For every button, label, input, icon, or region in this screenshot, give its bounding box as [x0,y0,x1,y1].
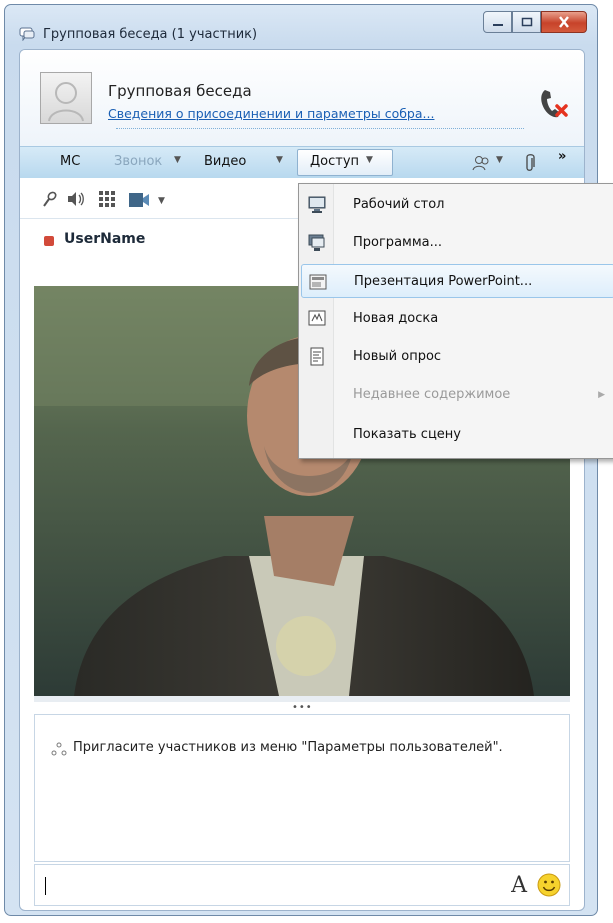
poll-icon [310,347,324,366]
font-button[interactable]: A [511,873,527,898]
video-dropdown-arrow[interactable]: ▼ [276,155,283,165]
whiteboard-icon [308,310,326,326]
emoticon-icon[interactable] [537,873,561,897]
menu-item-whiteboard[interactable]: Новая доска [301,302,613,336]
menu-item-label: Презентация PowerPoint... [354,274,533,289]
people-options-arrow[interactable]: ▼ [496,155,503,165]
dialpad-icon[interactable] [98,190,116,208]
person-placeholder-icon [48,82,84,122]
menu-item-powerpoint[interactable]: Презентация PowerPoint... [301,264,613,298]
caption-buttons [483,11,587,37]
invite-participants-icon [51,742,67,756]
more-options-button[interactable]: » [558,149,566,164]
menu-item-recent-content: Недавнее содержимое ▶ [301,378,613,412]
menu-item-label: Рабочий стол [353,197,445,212]
microphone-icon[interactable] [40,190,58,208]
menu-item-label: Недавнее содержимое [353,387,511,402]
window-title: Групповая беседа (1 участник) [43,27,258,42]
message-input[interactable]: A [34,864,570,906]
avatar [40,72,92,124]
join-info-link[interactable]: Сведения о присоединении и параметры соб… [108,106,434,121]
minimize-icon [492,24,503,26]
maximize-button[interactable] [512,11,541,33]
menu-item-label: Показать сцену [353,427,461,442]
submenu-arrow-icon: ▶ [598,390,605,400]
call-dropdown-arrow[interactable]: ▼ [174,155,181,165]
title-bar[interactable]: Групповая беседа (1 участник) [5,5,597,49]
conversation-toolbar: МС Звонок ▼ Видео ▼ Доступ ▼ ▼ » [20,146,584,180]
desktop-icon [308,196,326,213]
status-indicator [44,236,54,246]
im-button[interactable]: МС [60,154,80,169]
close-icon [559,16,569,28]
call-button[interactable]: Звонок [114,154,162,169]
chat-history: Пригласите участников из меню "Параметры… [34,714,570,862]
powerpoint-icon [309,274,327,290]
close-button[interactable] [541,11,587,33]
menu-item-desktop[interactable]: Рабочий стол [301,188,613,222]
conversation-title: Групповая беседа [108,82,252,100]
chat-window-icon [19,27,35,41]
menu-item-label: Новый опрос [353,349,442,364]
participant-name[interactable]: UserName [64,231,145,247]
video-button[interactable]: Видео [204,154,246,169]
share-menu: Рабочий стол Программа... Презентация Po… [298,183,613,459]
header-divider [116,128,524,129]
invite-message: Пригласите участников из меню "Параметры… [73,740,503,755]
video-device-arrow[interactable]: ▼ [158,196,165,206]
video-device-icon[interactable] [128,190,152,210]
conversation-window: Групповая беседа (1 участник) Групповая … [4,4,598,916]
share-dropdown-arrow[interactable]: ▼ [366,155,373,165]
hang-up-icon[interactable] [536,86,570,120]
menu-item-program[interactable]: Программа... [301,226,613,260]
splitter-grip[interactable]: ••• [292,702,313,713]
people-options-icon[interactable] [472,154,492,172]
menu-item-label: Новая доска [353,311,439,326]
menu-item-poll[interactable]: Новый опрос [301,340,613,374]
program-icon [308,234,325,251]
conversation-header: Групповая беседа Сведения о присоединени… [20,50,584,146]
minimize-button[interactable] [483,11,512,33]
menu-item-label: Программа... [353,235,443,250]
menu-item-show-stage[interactable]: Показать сцену [301,418,613,452]
text-caret [45,877,46,895]
conversation-panel: Групповая беседа Сведения о присоединени… [19,49,585,911]
share-button[interactable]: Доступ [310,154,359,169]
speaker-icon[interactable] [66,190,86,208]
attachment-icon[interactable] [524,153,536,173]
maximize-icon [521,17,532,27]
